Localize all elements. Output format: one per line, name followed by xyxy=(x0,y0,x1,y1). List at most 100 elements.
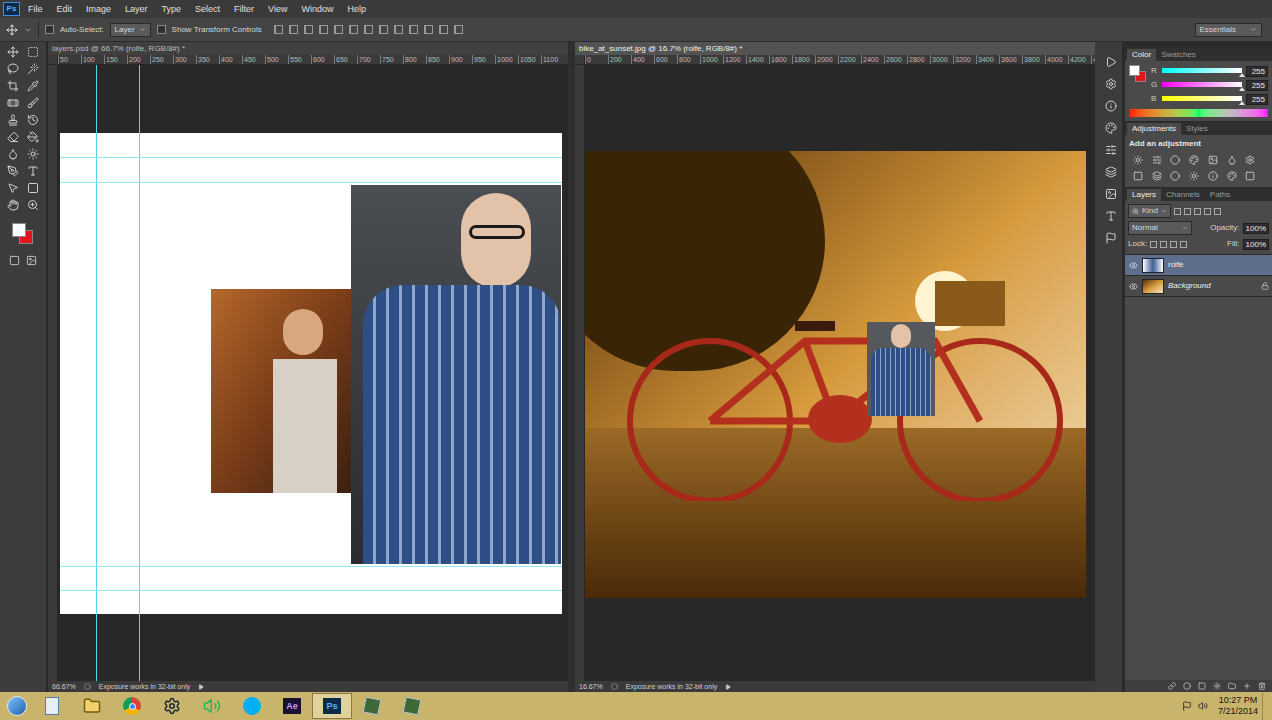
properties-icon[interactable] xyxy=(1105,144,1117,156)
taskbar-app[interactable] xyxy=(392,693,432,719)
layer-row[interactable]: rolfe xyxy=(1125,255,1272,276)
taskbar-app[interactable] xyxy=(112,693,152,719)
adjustment-icon[interactable] xyxy=(1189,155,1199,165)
layer-style-icon[interactable] xyxy=(1183,682,1191,690)
channel-slider[interactable] xyxy=(1162,96,1242,101)
adjustment-icon[interactable] xyxy=(1245,171,1255,181)
adjustment-icon[interactable] xyxy=(1208,155,1218,165)
channel-value[interactable]: 255 xyxy=(1246,80,1268,91)
panel-tab[interactable]: Adjustments xyxy=(1127,123,1181,135)
brush-tool-icon[interactable] xyxy=(27,97,39,109)
adjustment-icon[interactable] xyxy=(1245,155,1255,165)
document-window[interactable]: bike_at_sunset.jpg @ 16.7% (rolfe, RGB/8… xyxy=(575,42,1095,692)
adjustment-icon[interactable] xyxy=(1133,171,1143,181)
visibility-eye-icon[interactable] xyxy=(1129,261,1138,270)
menu-item[interactable]: File xyxy=(22,5,49,14)
menu-item[interactable]: Image xyxy=(80,5,117,14)
align-icon[interactable] xyxy=(289,25,298,34)
menu-item[interactable]: Layer xyxy=(119,5,154,14)
taskbar-app[interactable] xyxy=(352,693,392,719)
hand-tool-icon[interactable] xyxy=(7,199,19,211)
align-icon[interactable] xyxy=(274,25,283,34)
delete-layer-icon[interactable] xyxy=(1258,682,1266,690)
guide[interactable] xyxy=(60,590,562,591)
panel-tab[interactable]: Color xyxy=(1127,49,1156,61)
align-icon[interactable] xyxy=(409,25,418,34)
adjustment-icon[interactable] xyxy=(1133,155,1143,165)
status-menu-arrow-icon[interactable] xyxy=(198,684,204,690)
taskbar-app[interactable] xyxy=(72,693,112,719)
status-icon[interactable] xyxy=(611,683,618,690)
healing-tool-icon[interactable] xyxy=(7,97,19,109)
menu-item[interactable]: Edit xyxy=(51,5,79,14)
align-icon[interactable] xyxy=(424,25,433,34)
info-icon[interactable] xyxy=(1105,100,1117,112)
tool-preset-icon[interactable] xyxy=(24,26,32,34)
gradient-tool-icon[interactable] xyxy=(27,131,39,143)
menu-item[interactable]: Select xyxy=(189,5,226,14)
taskbar-app[interactable] xyxy=(152,693,192,719)
adjustment-icon[interactable] xyxy=(1227,155,1237,165)
taskbar-app[interactable] xyxy=(192,693,232,719)
foreground-swatch[interactable] xyxy=(12,223,26,237)
adjustment-icon[interactable] xyxy=(1208,171,1218,181)
opacity-field[interactable]: 100% xyxy=(1243,223,1269,234)
color-swatches[interactable] xyxy=(1129,65,1147,83)
move-tool-icon[interactable] xyxy=(7,46,19,58)
app-logo[interactable]: Ps xyxy=(3,2,20,16)
auto-select-checkbox[interactable] xyxy=(45,25,54,34)
layer-mask-icon[interactable] xyxy=(1198,682,1206,690)
shape-tool-icon[interactable] xyxy=(27,182,39,194)
align-icon[interactable] xyxy=(454,25,463,34)
align-icon[interactable] xyxy=(364,25,373,34)
lock-option-icon[interactable] xyxy=(1150,241,1157,248)
tray-flag-icon[interactable] xyxy=(1182,701,1192,711)
magic-wand-tool-icon[interactable] xyxy=(27,63,39,75)
menu-item[interactable]: Window xyxy=(295,5,339,14)
photo-layer[interactable] xyxy=(211,289,351,493)
color-icon[interactable] xyxy=(1105,122,1117,134)
layer-name[interactable]: Background xyxy=(1168,280,1257,292)
align-icon[interactable] xyxy=(319,25,328,34)
dodge-tool-icon[interactable] xyxy=(27,148,39,160)
zoom-tool-icon[interactable] xyxy=(27,199,39,211)
panel-tab[interactable]: Styles xyxy=(1181,123,1213,135)
fill-field[interactable]: 100% xyxy=(1243,239,1269,250)
visibility-eye-icon[interactable] xyxy=(1129,282,1138,291)
clone-stamp-tool-icon[interactable] xyxy=(7,114,19,126)
type-tool-icon[interactable] xyxy=(27,165,39,177)
panel-tab[interactable]: Swatches xyxy=(1156,49,1201,61)
channel-slider[interactable] xyxy=(1162,68,1242,73)
align-icon[interactable] xyxy=(304,25,313,34)
crop-tool-icon[interactable] xyxy=(7,80,19,92)
show-desktop-button[interactable] xyxy=(1262,692,1270,720)
screen-mode-icon[interactable] xyxy=(26,255,37,266)
path-select-tool-icon[interactable] xyxy=(7,182,19,194)
character-icon[interactable] xyxy=(1105,210,1117,222)
eyedropper-tool-icon[interactable] xyxy=(27,80,39,92)
history-brush-tool-icon[interactable] xyxy=(27,114,39,126)
guide[interactable] xyxy=(60,566,562,567)
canvas[interactable] xyxy=(585,65,1095,681)
menu-item[interactable]: Filter xyxy=(228,5,260,14)
filter-type-icon[interactable] xyxy=(1174,208,1181,215)
filter-type-icon[interactable] xyxy=(1184,208,1191,215)
taskbar-app[interactable] xyxy=(232,693,272,719)
document-tab[interactable]: layers.psd @ 66.7% (rolfe, RGB/8#) * xyxy=(48,42,568,55)
layer-filter-dropdown[interactable]: Kind xyxy=(1128,204,1171,218)
zoom-level[interactable]: 66.67% xyxy=(52,683,76,690)
person-layer[interactable] xyxy=(867,322,935,416)
taskbar-app[interactable] xyxy=(32,693,72,719)
lasso-tool-icon[interactable] xyxy=(7,63,19,75)
document-tab[interactable]: bike_at_sunset.jpg @ 16.7% (rolfe, RGB/8… xyxy=(575,42,1095,55)
tray-volume-icon[interactable] xyxy=(1198,701,1208,711)
blur-tool-icon[interactable] xyxy=(7,148,19,160)
status-menu-arrow-icon[interactable] xyxy=(725,684,731,690)
layers-icon[interactable] xyxy=(1105,166,1117,178)
align-icon[interactable] xyxy=(394,25,403,34)
panel-tab[interactable]: Paths xyxy=(1205,189,1235,201)
clock[interactable]: 10:27 PM7/21/2014 xyxy=(1214,695,1262,717)
new-group-icon[interactable] xyxy=(1228,682,1236,690)
pen-tool-icon[interactable] xyxy=(7,165,19,177)
adjustment-icon[interactable] xyxy=(1189,171,1199,181)
